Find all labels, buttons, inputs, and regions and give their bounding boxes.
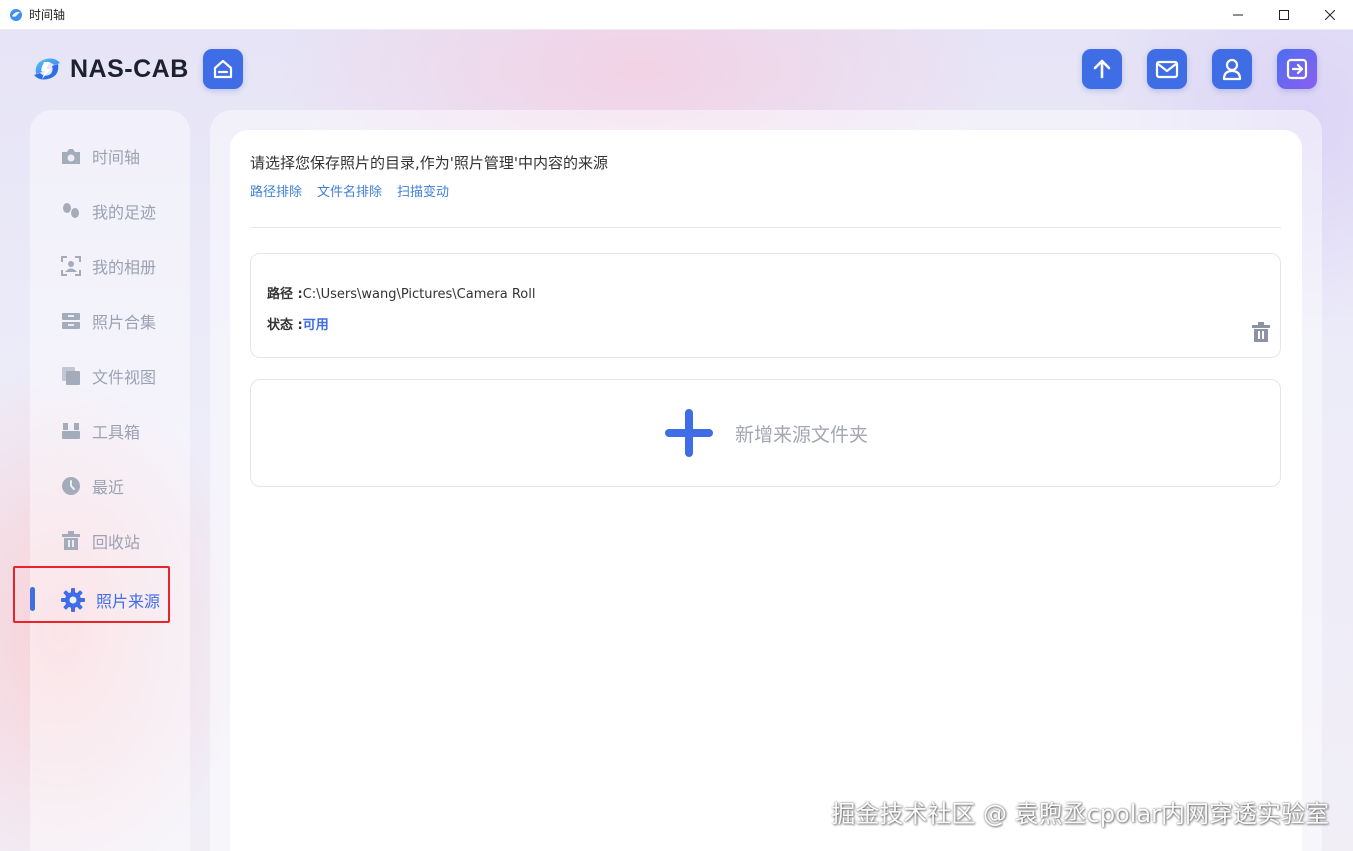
sidebar-item-label: 我的相册: [92, 258, 157, 277]
sidebar-item-toolbox[interactable]: 工具箱: [60, 419, 140, 443]
highlight-annotation-box: [13, 566, 170, 623]
sidebar-item-album[interactable]: 我的相册: [60, 254, 156, 278]
trash-icon: [60, 530, 82, 552]
sidebar-item-label: 我的足迹: [92, 203, 157, 222]
minimize-icon[interactable]: [1215, 0, 1261, 30]
user-icon: [1222, 58, 1242, 81]
logout-button[interactable]: [1277, 49, 1317, 89]
arrow-up-icon: [1093, 59, 1111, 79]
user-button[interactable]: [1212, 49, 1252, 89]
add-source-folder-button[interactable]: 新增来源文件夹: [250, 379, 1281, 487]
home-icon: [213, 59, 233, 79]
home-button[interactable]: [203, 49, 243, 89]
clock-icon: [60, 475, 82, 497]
delete-source-button[interactable]: [1252, 322, 1270, 347]
watermark: 掘金技术社区 @ 袁煦丞cpolar内网穿透实验室: [831, 800, 1329, 828]
path-label: 路径 :: [267, 287, 303, 302]
path-exclude-link[interactable]: 路径排除: [250, 181, 302, 200]
page-description: 请选择您保存照片的目录,作为'照片管理'中内容的来源: [250, 154, 609, 172]
filename-exclude-link[interactable]: 文件名排除: [317, 181, 382, 200]
sidebar-item-label: 最近: [92, 478, 125, 497]
close-icon[interactable]: [1307, 0, 1353, 30]
footprint-icon: [60, 200, 82, 222]
messages-button[interactable]: [1147, 49, 1187, 89]
sidebar-item-label: 工具箱: [92, 423, 141, 442]
album-icon: [60, 255, 82, 277]
maximize-icon[interactable]: [1261, 0, 1307, 30]
source-folder-item: 路径 :C:\Users\wang\Pictures\Camera Roll 状…: [250, 253, 1281, 358]
sidebar-item-files[interactable]: 文件视图: [60, 364, 156, 388]
sidebar-item-label: 文件视图: [92, 368, 157, 387]
source-path-row: 路径 :C:\Users\wang\Pictures\Camera Roll: [267, 283, 535, 302]
sidebar-item-collection[interactable]: 照片合集: [60, 309, 156, 333]
window-title: 时间轴: [29, 8, 66, 22]
add-source-label: 新增来源文件夹: [734, 423, 868, 446]
brand-logo: NAS-CAB: [30, 52, 189, 86]
sidebar-item-footprint[interactable]: 我的足迹: [60, 199, 156, 223]
sidebar: 时间轴 我的足迹 我的相册 照片合集 文件视图 工具箱 最近 回收站: [30, 110, 190, 851]
sidebar-item-label: 时间轴: [92, 148, 141, 167]
plus-icon: [664, 409, 713, 457]
toolbox-icon: [60, 420, 82, 442]
window-titlebar: 时间轴: [0, 0, 1353, 30]
status-label: 状态 :: [267, 318, 303, 333]
sidebar-item-label: 照片合集: [92, 313, 157, 332]
trash-icon: [1252, 322, 1270, 342]
photo-source-card: 请选择您保存照片的目录,作为'照片管理'中内容的来源 路径排除 文件名排除 扫描…: [230, 130, 1302, 851]
sidebar-item-timeline[interactable]: 时间轴: [60, 144, 140, 168]
mail-icon: [1155, 60, 1179, 79]
scan-changes-link[interactable]: 扫描变动: [397, 181, 449, 200]
files-icon: [60, 365, 82, 387]
divider: [250, 227, 1281, 228]
upload-button[interactable]: [1082, 49, 1122, 89]
sidebar-item-recent[interactable]: 最近: [60, 474, 124, 498]
camera-icon: [60, 145, 82, 167]
nas-cab-logo-icon: [34, 58, 60, 80]
sidebar-item-recycle-bin[interactable]: 回收站: [60, 529, 140, 553]
collection-icon: [60, 310, 82, 332]
status-value: 可用: [302, 318, 329, 333]
logout-icon: [1286, 58, 1308, 80]
path-value: C:\Users\wang\Pictures\Camera Roll: [302, 287, 536, 302]
sidebar-item-label: 回收站: [92, 533, 141, 552]
app-logo-icon: [10, 8, 22, 21]
logo-text: NAS-CAB: [70, 54, 189, 83]
source-status-row: 状态 :可用: [267, 314, 329, 333]
app-body: NAS-CAB 时间轴 我的足迹 我的相册 照片合集 文件视图 工具箱 最近 回…: [0, 30, 1353, 851]
